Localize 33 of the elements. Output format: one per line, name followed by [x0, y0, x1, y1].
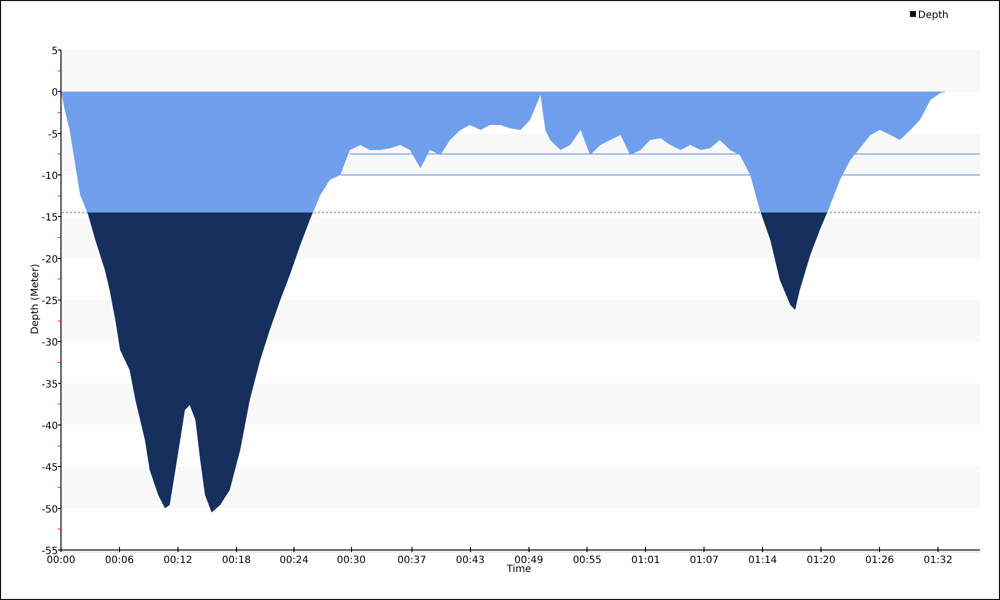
x-tick-label: 00:37: [397, 555, 426, 566]
x-tick-label: 00:00: [46, 555, 76, 566]
x-tick-label: 01:07: [690, 555, 719, 566]
x-tick-label: 00:30: [336, 555, 366, 566]
x-tick-label: 00:49: [514, 555, 544, 566]
x-tick-label: 00:06: [105, 555, 134, 566]
y-axis-title: Depth (Meter): [30, 264, 41, 334]
x-axis-title: Time: [506, 564, 532, 575]
y-tick-label: -30: [42, 338, 58, 349]
y-tick-label: -15: [42, 212, 58, 224]
x-tick-label: 01:26: [865, 555, 894, 566]
legend-label: Depth: [918, 10, 948, 21]
x-tick-label: 00:24: [280, 555, 308, 566]
y-tick-label: -20: [42, 254, 58, 266]
y-tick-label: -45: [42, 462, 58, 474]
x-tick-label: 01:01: [631, 555, 660, 566]
x-tick-label: 00:18: [222, 555, 251, 566]
y-tick-label: -25: [42, 296, 58, 307]
y-tick-label: -10: [42, 171, 58, 182]
x-tick-label: 00:55: [572, 555, 602, 566]
y-tick-label: 0: [52, 88, 58, 99]
x-tick-label: 00:43: [456, 555, 485, 566]
legend-swatch: [910, 11, 916, 17]
x-tick-label: 01:20: [806, 555, 836, 566]
y-tick-label: -35: [42, 379, 58, 390]
x-tick-label: 00:12: [164, 555, 192, 566]
y-tick-label: -40: [42, 421, 58, 432]
y-tick-label: -5: [48, 129, 58, 140]
x-tick-label: 01:32: [924, 555, 952, 566]
y-tick-label: -50: [42, 504, 58, 516]
y-tick-label: 5: [52, 46, 58, 57]
y-tick-label: -55: [42, 546, 58, 557]
x-tick-label: 01:14: [748, 555, 778, 566]
